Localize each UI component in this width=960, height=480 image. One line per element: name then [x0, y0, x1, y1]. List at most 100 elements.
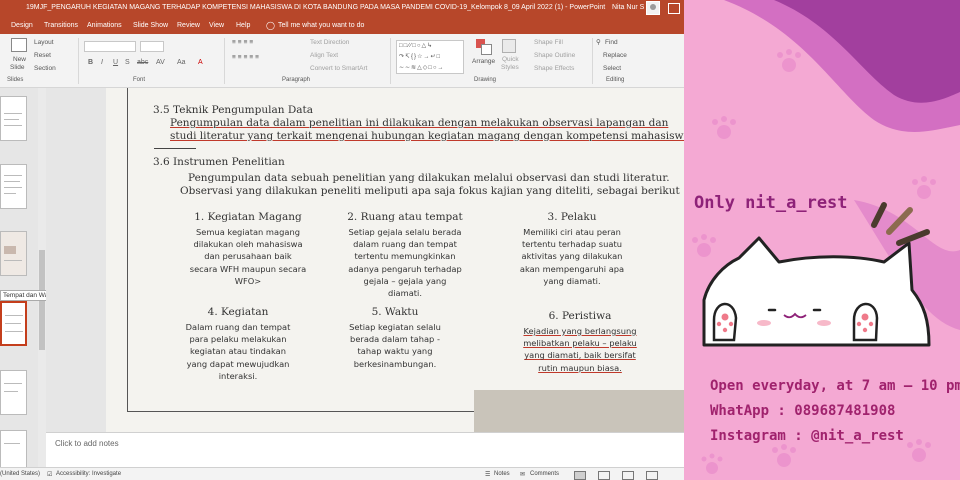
ribbon-display-options-button[interactable] — [668, 3, 680, 14]
slideshow-button[interactable] — [646, 471, 658, 480]
find-button[interactable]: Find — [605, 39, 618, 46]
section-3-5-text-line1[interactable]: Pengumpulan data dalam penelitian ini di… — [170, 117, 668, 129]
find-icon: ⚲ — [596, 39, 601, 46]
font-color-button[interactable]: A — [198, 59, 203, 66]
slide-thumbnail[interactable] — [0, 164, 27, 209]
paragraph-group-label: Paragraph — [282, 77, 311, 83]
font-size-combo[interactable] — [140, 41, 164, 52]
ribbon: New Slide Layout Reset Section Slides B … — [0, 34, 684, 88]
section-3-5-text-line2[interactable]: studi literatur yang terkait mengenai hu… — [170, 130, 684, 142]
instrument-item-peristiwa[interactable]: 6. Peristiwa Kejadian yang berlangsung me… — [510, 310, 650, 374]
user-name[interactable]: Nita Nur S — [612, 4, 644, 11]
language-status[interactable]: (United States) — [0, 471, 40, 477]
shape-fill-button[interactable]: Shape Fill — [534, 39, 563, 46]
tab-review[interactable]: Review — [177, 22, 200, 29]
item-title: 6. Peristiwa — [548, 310, 612, 322]
layout-button[interactable]: Layout — [34, 39, 54, 46]
section-3-5-heading[interactable]: 3.5 Teknik Pengumpulan Data — [153, 104, 313, 116]
arrange-button[interactable]: Arrange — [472, 58, 495, 65]
bold-button[interactable]: B — [88, 59, 93, 66]
new-slide-button-line2[interactable]: Slide — [10, 64, 24, 71]
promo-instagram: Instagram : @nit_a_rest — [710, 428, 904, 444]
item-body: Setiap kegiatan selalu berada dalam tahap… — [349, 322, 441, 369]
item-body: Semua kegiatan magang dilakukan oleh maha… — [189, 227, 307, 286]
notes-placeholder[interactable]: Click to add notes — [55, 439, 119, 448]
comments-button[interactable]: Comments — [530, 471, 559, 477]
notes-icon: ☰ — [485, 472, 491, 478]
tell-me-search[interactable]: Tell me what you want to do — [278, 22, 364, 29]
instrument-item-pelaku[interactable]: 3. Pelaku Memiliki ciri atau peran terten… — [502, 211, 642, 287]
list-buttons[interactable]: ≡≡≡≡ — [232, 39, 255, 46]
instrument-item-kegiatan-magang[interactable]: 1. Kegiatan Magang Semua kegiatan magang… — [178, 211, 318, 287]
tab-view[interactable]: View — [209, 22, 224, 29]
instrument-item-ruang-atau-tempat[interactable]: 2. Ruang atau tempat Setiap gejala selal… — [335, 211, 475, 299]
tab-transitions[interactable]: Transitions — [44, 22, 78, 29]
tab-help[interactable]: Help — [236, 22, 250, 29]
instrument-item-kegiatan[interactable]: 4. Kegiatan Dalam ruang dan tempat para p… — [168, 306, 308, 382]
quick-styles-icon[interactable] — [502, 39, 516, 53]
slide-thumbnails-pane — [0, 88, 38, 475]
reset-button[interactable]: Reset — [34, 52, 51, 59]
comments-icon: ✉ — [520, 472, 526, 478]
underline-button[interactable]: U — [113, 59, 118, 66]
lightbulb-icon: ◯ — [266, 21, 275, 30]
change-case-button[interactable]: Aa — [177, 59, 186, 66]
thumbnails-scrollbar[interactable] — [38, 88, 46, 467]
replace-button[interactable]: Replace — [603, 52, 627, 59]
item-body: Kejadian yang berlangsung melibatkan pela… — [523, 326, 637, 373]
slide-canvas[interactable]: 3.5 Teknik Pengumpulan Data Pengumpulan … — [106, 88, 684, 432]
tab-design[interactable]: Design — [11, 22, 33, 29]
promo-headline: Only nit_a_rest — [694, 193, 848, 213]
slide-thumbnail[interactable] — [0, 231, 27, 276]
instrument-item-waktu[interactable]: 5. Waktu Setiap kegiatan selalu berada da… — [325, 306, 465, 370]
quick-styles-button-line2[interactable]: Styles — [501, 64, 519, 71]
item-title: 4. Kegiatan — [207, 306, 269, 318]
section-3-6-text-line1[interactable]: Pengumpulan data sebuah penelitian yang … — [188, 172, 670, 184]
new-slide-icon[interactable] — [11, 38, 27, 52]
character-spacing-button[interactable]: AV — [156, 59, 165, 66]
drawing-group-label: Drawing — [474, 77, 497, 83]
section-button[interactable]: Section — [34, 65, 56, 72]
shapes-gallery[interactable]: □□∕∕□○△↳ ↷↸{}☆→↵□ ∼∼≋△◇□○→ — [396, 40, 464, 74]
title-bar: 19MJF_PENGARUH KEGIATAN MAGANG TERHADAP … — [0, 0, 684, 18]
accessibility-status[interactable]: Accessibility: Investigate — [56, 471, 121, 477]
group-divider — [390, 38, 391, 84]
item-body: Dalam ruang dan tempat para pelaku melaku… — [185, 322, 291, 381]
section-3-6-heading[interactable]: 3.6 Instrumen Penelitian — [153, 156, 285, 168]
convert-smartart-button[interactable]: Convert to SmartArt — [310, 65, 367, 72]
align-buttons[interactable]: ≡≡≡≡≡ — [232, 54, 261, 61]
cat-illustration — [702, 202, 931, 347]
divider-line — [154, 148, 196, 149]
editing-group-label: Editing — [606, 77, 625, 83]
strikethrough-button[interactable]: abc — [137, 59, 148, 66]
reading-view-button[interactable] — [622, 471, 634, 480]
normal-view-button[interactable] — [574, 471, 586, 480]
new-slide-button[interactable]: New — [13, 56, 26, 63]
item-title: 1. Kegiatan Magang — [194, 211, 302, 223]
shadow-button[interactable]: S — [125, 59, 130, 66]
avatar[interactable] — [646, 1, 660, 15]
slide-thumbnail[interactable] — [0, 96, 27, 141]
tab-animations[interactable]: Animations — [87, 22, 122, 29]
notes-pane[interactable]: Click to add notes — [46, 432, 684, 467]
arrange-icon[interactable] — [476, 39, 492, 55]
align-text-button[interactable]: Align Text — [310, 52, 338, 59]
item-title: 5. Waktu — [371, 306, 419, 318]
italic-button[interactable]: I — [101, 59, 103, 66]
shape-effects-button[interactable]: Shape Effects — [534, 65, 574, 72]
shape-outline-button[interactable]: Shape Outline — [534, 52, 575, 59]
select-button[interactable]: Select — [603, 65, 621, 72]
font-family-combo[interactable] — [84, 41, 136, 52]
group-divider — [224, 38, 225, 84]
text-direction-button[interactable]: Text Direction — [310, 39, 349, 46]
decorative-block — [474, 390, 684, 432]
slide-thumbnail[interactable] — [0, 370, 27, 415]
notes-button[interactable]: Notes — [494, 471, 510, 477]
slide-thumbnail-active[interactable] — [0, 301, 27, 346]
section-3-6-text-line2[interactable]: Observasi yang dilakukan peneliti melipu… — [180, 185, 684, 197]
quick-styles-button[interactable]: Quick — [502, 56, 519, 63]
tab-slide-show[interactable]: Slide Show — [133, 22, 168, 29]
powerpoint-window: 19MJF_PENGARUH KEGIATAN MAGANG TERHADAP … — [0, 0, 684, 480]
ribbon-tabs: Design Transitions Animations Slide Show… — [0, 18, 684, 34]
slide-sorter-button[interactable] — [598, 471, 610, 480]
